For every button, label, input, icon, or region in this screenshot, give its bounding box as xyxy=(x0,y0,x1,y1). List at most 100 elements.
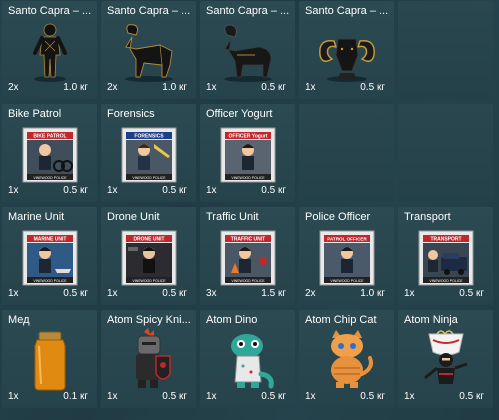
inventory-slot[interactable]: Bike Patrol BIKE PATROL VINEWOOD POLICE … xyxy=(2,104,97,202)
item-weight: 0.5 кг xyxy=(63,185,88,196)
item-quantity: 1x xyxy=(206,185,217,196)
inventory-slot[interactable]: Мед 1x 0.1 кг xyxy=(2,310,97,408)
figure-box-officer-yogurt-icon: OFFICER Yogurt VINEWOOD POLICE xyxy=(220,127,275,183)
empty-slot[interactable] xyxy=(299,104,394,202)
item-quantity: 1x xyxy=(206,82,217,93)
inventory-slot[interactable]: Atom Chip Cat 1x 0.5 кг xyxy=(299,310,394,408)
cat-figure-icon xyxy=(330,330,373,388)
item-quantity: 1x xyxy=(8,288,19,299)
inventory-slot[interactable]: Forensics FORENSICS VINEWOOD POLICE 1x 0… xyxy=(101,104,196,202)
item-weight: 0.5 кг xyxy=(162,288,187,299)
svg-text:TRAFFIC UNIT: TRAFFIC UNIT xyxy=(230,237,264,243)
black-gold-figure-icon xyxy=(32,23,67,82)
item-name: Atom Dino xyxy=(206,314,258,326)
item-name: Santo Capra – ... xyxy=(8,5,92,17)
item-quantity: 1x xyxy=(107,391,118,402)
item-name: Police Officer xyxy=(305,211,371,223)
ninja-figure-icon xyxy=(423,330,467,384)
figure-box-marine-unit-icon: MARINE UNIT VINEWOOD POLICE xyxy=(22,230,77,286)
inventory-slot[interactable]: Atom Dino 1x 0.5 кг xyxy=(200,310,295,408)
inventory-slot[interactable]: Santo Capra – ... 2x 1.0 кг xyxy=(2,1,97,99)
figure-box-transport-icon: TRANSPORT VINEWOOD POLICE xyxy=(418,230,473,286)
item-weight: 1.0 кг xyxy=(360,288,385,299)
item-quantity: 1x xyxy=(8,185,19,196)
item-quantity: 2x xyxy=(107,82,118,93)
svg-text:PATROL OFFICER: PATROL OFFICER xyxy=(327,237,367,242)
item-weight: 0.5 кг xyxy=(360,82,385,93)
item-quantity: 1x xyxy=(404,288,415,299)
item-name: Atom Chip Cat xyxy=(305,314,377,326)
item-weight: 0.5 кг xyxy=(261,82,286,93)
item-quantity: 2x xyxy=(305,288,316,299)
item-name: Officer Yogurt xyxy=(206,108,273,120)
svg-text:FORENSICS: FORENSICS xyxy=(134,134,164,140)
item-name: Atom Ninja xyxy=(404,314,458,326)
svg-text:VINEWOOD POLICE: VINEWOOD POLICE xyxy=(132,176,166,180)
gold-horns-ram-head-icon xyxy=(318,38,375,82)
item-name: Мед xyxy=(8,314,30,326)
honey-jar-icon xyxy=(34,331,65,391)
figure-box-bike-patrol-icon: BIKE PATROL VINEWOOD POLICE xyxy=(22,127,77,183)
svg-text:VINEWOOD POLICE: VINEWOOD POLICE xyxy=(33,279,67,283)
item-weight: 0.5 кг xyxy=(360,391,385,402)
item-weight: 1.0 кг xyxy=(63,82,88,93)
dino-figure-icon xyxy=(230,334,274,389)
figure-box-police-officer-icon: PATROL OFFICER VINEWOOD POLICE xyxy=(319,230,374,286)
inventory-grid: Santo Capra – ... 2x 1.0 кг Santo Capra … xyxy=(2,1,493,408)
inventory-slot[interactable]: Santo Capra – ... 2x 1.0 кг xyxy=(101,1,196,99)
knight-figure-icon xyxy=(135,328,171,388)
inventory-slot[interactable]: Traffic Unit TRAFFIC UNIT VINEWOOD POLIC… xyxy=(200,207,295,305)
item-name: Santo Capra – ... xyxy=(305,5,389,17)
svg-text:DRONE UNIT: DRONE UNIT xyxy=(133,237,164,243)
item-quantity: 1x xyxy=(8,391,19,402)
item-weight: 1.0 кг xyxy=(162,82,187,93)
item-quantity: 1x xyxy=(206,391,217,402)
item-weight: 0.5 кг xyxy=(459,391,484,402)
inventory-slot[interactable]: Officer Yogurt OFFICER Yogurt VINEWOOD P… xyxy=(200,104,295,202)
inventory-slot[interactable]: Santo Capra – ... 1x 0.5 кг xyxy=(200,1,295,99)
svg-text:MARINE UNIT: MARINE UNIT xyxy=(33,237,66,243)
black-ram-icon xyxy=(223,24,272,82)
inventory-slot[interactable]: Atom Spicy Kni... 1x 0.5 кг xyxy=(101,310,196,408)
item-weight: 0.5 кг xyxy=(459,288,484,299)
item-name: Santo Capra – ... xyxy=(206,5,290,17)
inventory-slot[interactable]: Marine Unit MARINE UNIT VINEWOOD POLICE … xyxy=(2,207,97,305)
svg-text:VINEWOOD POLICE: VINEWOOD POLICE xyxy=(231,176,265,180)
inventory-slot[interactable]: Atom Ninja 1x 0.5 кг xyxy=(398,310,493,408)
item-quantity: 3x xyxy=(206,288,217,299)
item-name: Atom Spicy Kni... xyxy=(107,314,191,326)
svg-text:VINEWOOD POLICE: VINEWOOD POLICE xyxy=(429,279,463,283)
inventory-slot[interactable]: Transport TRANSPORT VINEWOOD POLICE 1x 0… xyxy=(398,207,493,305)
item-weight: 0.5 кг xyxy=(162,391,187,402)
figure-box-forensics-icon: FORENSICS VINEWOOD POLICE xyxy=(121,127,176,183)
item-quantity: 1x xyxy=(305,82,316,93)
svg-text:VINEWOOD POLICE: VINEWOOD POLICE xyxy=(132,279,166,283)
item-name: Bike Patrol xyxy=(8,108,62,120)
item-name: Santo Capra – ... xyxy=(107,5,191,17)
item-name: Drone Unit xyxy=(107,211,160,223)
item-name: Marine Unit xyxy=(8,211,65,223)
svg-text:VINEWOOD POLICE: VINEWOOD POLICE xyxy=(231,279,265,283)
inventory-slot[interactable]: Police Officer PATROL OFFICER VINEWOOD P… xyxy=(299,207,394,305)
svg-text:VINEWOOD POLICE: VINEWOOD POLICE xyxy=(330,279,364,283)
item-quantity: 1x xyxy=(305,391,316,402)
inventory-slot[interactable]: Drone Unit DRONE UNIT VINEWOOD POLICE 1x… xyxy=(101,207,196,305)
item-weight: 0.5 кг xyxy=(261,185,286,196)
item-weight: 0.5 кг xyxy=(63,288,88,299)
item-weight: 0.1 кг xyxy=(63,391,88,402)
item-name: Traffic Unit xyxy=(206,211,259,223)
svg-text:BIKE PATROL: BIKE PATROL xyxy=(33,134,66,140)
item-name: Forensics xyxy=(107,108,155,120)
item-weight: 0.5 кг xyxy=(162,185,187,196)
empty-slot[interactable] xyxy=(398,104,493,202)
figure-box-traffic-unit-icon: TRAFFIC UNIT VINEWOOD POLICE xyxy=(220,230,275,286)
item-quantity: 1x xyxy=(404,391,415,402)
empty-slot[interactable] xyxy=(398,1,493,99)
svg-text:OFFICER Yogurt: OFFICER Yogurt xyxy=(228,134,267,140)
item-quantity: 2x xyxy=(8,82,19,93)
figure-box-drone-unit-icon: DRONE UNIT VINEWOOD POLICE xyxy=(121,230,176,286)
black-gold-ram-icon xyxy=(124,24,173,82)
item-weight: 0.5 кг xyxy=(261,391,286,402)
item-quantity: 1x xyxy=(107,185,118,196)
inventory-slot[interactable]: Santo Capra – ... 1x 0.5 кг xyxy=(299,1,394,99)
